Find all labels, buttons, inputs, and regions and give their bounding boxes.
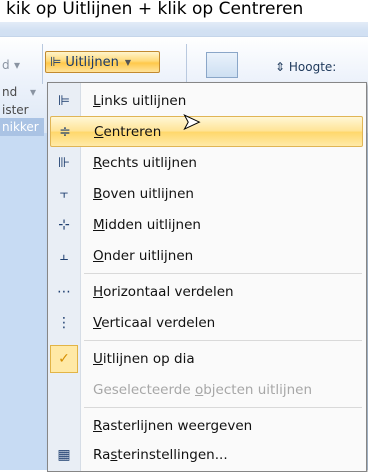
align-left-icon: ⊫ (57, 92, 71, 109)
align-center-icon: ≑ (59, 123, 71, 140)
ribbon-divider (42, 44, 43, 84)
height-icon: ⇕ (275, 60, 286, 74)
menu-item-label: Rasterinstellingen... (93, 446, 228, 463)
picture-size-icon[interactable] (206, 52, 238, 78)
menu-item-uitlijnen-op-dia[interactable]: ✓ Uitlijnen op dia (50, 343, 363, 374)
menu-item-boven-uitlijnen[interactable]: ⫟ Boven uitlijnen (50, 178, 363, 209)
height-label[interactable]: ⇕ Hoogte: (275, 60, 336, 74)
menu-item-label: Links uitlijnen (93, 92, 187, 109)
distribute-horizontal-icon: ⋯ (57, 283, 71, 300)
menu-separator (84, 340, 362, 341)
ribbon-fragment[interactable]: d (2, 58, 10, 72)
ribbon-fragment[interactable]: nd (2, 85, 17, 99)
align-dropdown-button[interactable]: ⊫ Uitlijnen ▼ (45, 51, 160, 73)
menu-item-horizontaal-verdelen[interactable]: ⋯ Horizontaal verdelen (50, 276, 363, 307)
align-bottom-icon: ⫠ (59, 247, 69, 264)
ribbon-group-label: nikker (0, 118, 44, 136)
menu-item-label: Rechts uitlijnen (93, 154, 197, 171)
menu-item-label: Geselecteerde objecten uitlijnen (93, 381, 312, 398)
menu-item-label: Centreren (94, 123, 162, 140)
menu-item-centreren[interactable]: ≑ Centreren (50, 116, 363, 147)
menu-item-rasterinstellingen[interactable]: ▦ Rasterinstellingen... (50, 439, 363, 470)
chevron-down-icon: ▼ (124, 57, 132, 67)
ribbon-divider (186, 44, 187, 84)
chevron-down-icon: ▾ (30, 85, 37, 99)
menu-item-verticaal-verdelen[interactable]: ⋮ Verticaal verdelen (50, 307, 363, 338)
menu-item-rechts-uitlijnen[interactable]: ⊪ Rechts uitlijnen (50, 147, 363, 178)
menu-separator (84, 407, 362, 408)
menu-item-rasterlijnen-weergeven[interactable]: Rasterlijnen weergeven (50, 410, 363, 441)
menu-item-label: Onder uitlijnen (93, 247, 194, 264)
menu-item-label: Horizontaal verdelen (93, 283, 234, 300)
ribbon-fragment[interactable]: ister (2, 103, 29, 117)
align-left-icon: ⊫ (50, 54, 62, 70)
checkmark-icon: ✓ (50, 344, 78, 373)
menu-item-links-uitlijnen[interactable]: ⊫ Links uitlijnen (50, 85, 363, 116)
height-label-text: Hoogte: (288, 60, 337, 74)
align-button-label: Uitlijnen (65, 54, 119, 70)
grid-icon: ▦ (57, 446, 71, 463)
chevron-down-icon: ▾ (14, 58, 21, 72)
menu-separator (84, 273, 362, 274)
menu-item-blank-icon (50, 412, 78, 440)
menu-item-label: Boven uitlijnen (93, 185, 194, 202)
menu-item-blank-icon (50, 376, 78, 404)
align-right-icon: ⊪ (57, 154, 71, 171)
align-menu: ⊫ Links uitlijnen ≑ Centreren ⊪ Rechts u… (47, 82, 367, 472)
align-middle-icon: ⊹ (58, 216, 70, 233)
menu-item-geselecteerde-objecten-uitlijnen[interactable]: Geselecteerde objecten uitlijnen (50, 374, 363, 405)
menu-item-label: Rasterlijnen weergeven (93, 417, 253, 434)
mouse-pointer-icon: ➤ (181, 110, 201, 135)
menu-item-label: Verticaal verdelen (93, 314, 216, 331)
menu-item-label: Uitlijnen op dia (93, 350, 195, 367)
distribute-vertical-icon: ⋮ (57, 314, 71, 331)
align-top-icon: ⫟ (59, 185, 69, 202)
menu-item-midden-uitlijnen[interactable]: ⊹ Midden uitlijnen (50, 209, 363, 240)
instruction-caption: kik op Uitlijnen + klik op Centreren (0, 0, 368, 22)
menu-item-label: Midden uitlijnen (93, 216, 201, 233)
menu-item-onder-uitlijnen[interactable]: ⫠ Onder uitlijnen (50, 240, 363, 271)
